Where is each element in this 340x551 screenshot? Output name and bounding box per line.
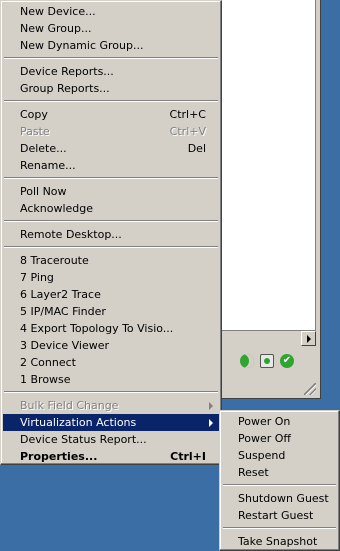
menu-separator xyxy=(3,217,219,226)
menu-item-tool-ping[interactable]: 7 Ping xyxy=(3,269,219,286)
menu-separator xyxy=(3,174,219,183)
menu-item-label: Restart Guest xyxy=(238,509,314,522)
menu-item-label: Reset xyxy=(238,466,269,479)
menu-item-label: Traceroute xyxy=(30,254,89,267)
recycle-bin-icon[interactable] xyxy=(260,354,274,368)
tool-key: 5 xyxy=(20,305,27,318)
menu-separator xyxy=(3,388,219,397)
menu-item-bulk-field-change: Bulk Field Change xyxy=(3,397,219,414)
menu-item-tool-ip-mac-finder[interactable]: 5 IP/MAC Finder xyxy=(3,303,219,320)
tool-key: 8 xyxy=(20,254,27,267)
menu-item-label: Export Topology To Visio... xyxy=(30,322,174,335)
menu-item-shortcut: Del xyxy=(187,142,206,155)
menu-item-label: Shutdown Guest xyxy=(238,492,329,505)
moon-status-icon[interactable] xyxy=(240,354,254,368)
context-menu: New Device... New Group... New Dynamic G… xyxy=(0,0,222,465)
background-window xyxy=(218,0,321,399)
menu-item-tool-connect[interactable]: 2 Connect xyxy=(3,354,219,371)
menu-item-tool-device-viewer[interactable]: 3 Device Viewer xyxy=(3,337,219,354)
menu-item-new-group[interactable]: New Group... xyxy=(3,20,219,37)
menu-item-label: Connect xyxy=(30,356,76,369)
menu-item-label: IP/MAC Finder xyxy=(30,305,106,318)
menu-item-label: Suspend xyxy=(238,449,286,462)
menu-item-tool-export-visio[interactable]: 4 Export Topology To Visio... xyxy=(3,320,219,337)
menu-item-delete[interactable]: Delete... Del xyxy=(3,140,219,157)
green-check-icon[interactable]: ✔ xyxy=(280,354,294,368)
menu-item-copy[interactable]: Copy Ctrl+C xyxy=(3,106,219,123)
menu-item-label: Poll Now xyxy=(20,185,67,198)
tool-key: 3 xyxy=(20,339,27,352)
menu-item-label: Paste xyxy=(20,125,50,138)
menu-item-label: Take Snapshot xyxy=(238,535,318,548)
submenu-item-reset[interactable]: Reset xyxy=(222,464,337,481)
menu-separator xyxy=(3,97,219,106)
menu-item-label: Power Off xyxy=(238,432,291,445)
device-list-pane[interactable] xyxy=(220,0,316,331)
submenu-arrow-icon xyxy=(209,419,213,427)
menu-separator xyxy=(222,524,337,533)
menu-item-virtualization-actions[interactable]: Virtualization Actions xyxy=(3,414,219,431)
menu-separator xyxy=(3,243,219,252)
menu-item-properties[interactable]: Properties... Ctrl+I xyxy=(3,448,219,465)
menu-item-device-status-report[interactable]: Device Status Report... xyxy=(3,431,219,448)
menu-item-label: Bulk Field Change xyxy=(20,399,119,412)
menu-item-device-reports[interactable]: Device Reports... xyxy=(3,63,219,80)
submenu-item-shutdown-guest[interactable]: Shutdown Guest xyxy=(222,490,337,507)
menu-item-label: Delete... xyxy=(20,142,67,155)
menu-item-group-reports[interactable]: Group Reports... xyxy=(3,80,219,97)
menu-item-label: Group Reports... xyxy=(20,82,110,95)
scroll-right-icon xyxy=(306,334,311,343)
menu-item-remote-desktop[interactable]: Remote Desktop... xyxy=(3,226,219,243)
menu-item-label: New Group... xyxy=(20,22,92,35)
menu-separator xyxy=(3,54,219,63)
submenu-item-power-off[interactable]: Power Off xyxy=(222,430,337,447)
menu-item-poll-now[interactable]: Poll Now xyxy=(3,183,219,200)
menu-item-label: Device Status Report... xyxy=(20,433,147,446)
resize-grip-icon[interactable] xyxy=(304,383,316,395)
menu-item-label: Power On xyxy=(238,415,291,428)
menu-item-rename[interactable]: Rename... xyxy=(3,157,219,174)
virtualization-submenu: Power On Power Off Suspend Reset Shutdow… xyxy=(219,410,340,551)
menu-item-label: Rename... xyxy=(20,159,76,172)
submenu-item-power-on[interactable]: Power On xyxy=(222,413,337,430)
menu-item-tool-traceroute[interactable]: 8 Traceroute xyxy=(3,252,219,269)
tool-key: 6 xyxy=(20,288,27,301)
menu-item-label: Browse xyxy=(30,373,71,386)
status-icons: ✔ xyxy=(240,354,294,368)
submenu-item-suspend[interactable]: Suspend xyxy=(222,447,337,464)
menu-item-label: Device Reports... xyxy=(20,65,114,78)
menu-item-label: Device Viewer xyxy=(30,339,110,352)
menu-item-label: New Device... xyxy=(20,5,96,18)
submenu-item-take-snapshot[interactable]: Take Snapshot xyxy=(222,533,337,550)
scroll-right-button[interactable] xyxy=(301,331,316,346)
menu-item-shortcut: Ctrl+I xyxy=(170,450,206,463)
menu-item-shortcut: Ctrl+V xyxy=(169,125,206,138)
menu-item-acknowledge[interactable]: Acknowledge xyxy=(3,200,219,217)
menu-item-label: Layer2 Trace xyxy=(30,288,101,301)
submenu-arrow-icon xyxy=(209,402,213,410)
menu-item-label: Acknowledge xyxy=(20,202,94,215)
menu-item-paste: Paste Ctrl+V xyxy=(3,123,219,140)
tool-key: 4 xyxy=(20,322,27,335)
menu-item-new-device[interactable]: New Device... xyxy=(3,3,219,20)
tool-key: 1 xyxy=(20,373,27,386)
tool-key: 7 xyxy=(20,271,27,284)
menu-item-label: Virtualization Actions xyxy=(20,416,137,429)
menu-item-label: Copy xyxy=(20,108,48,121)
menu-item-label: Remote Desktop... xyxy=(20,228,122,241)
menu-item-new-dynamic-group[interactable]: New Dynamic Group... xyxy=(3,37,219,54)
submenu-item-restart-guest[interactable]: Restart Guest xyxy=(222,507,337,524)
menu-item-tool-browse[interactable]: 1 Browse xyxy=(3,371,219,388)
menu-item-label: Ping xyxy=(30,271,54,284)
tool-key: 2 xyxy=(20,356,27,369)
menu-item-shortcut: Ctrl+C xyxy=(169,108,206,121)
menu-item-label: Properties... xyxy=(20,450,98,463)
menu-separator xyxy=(222,481,337,490)
menu-item-label: New Dynamic Group... xyxy=(20,39,144,52)
menu-item-tool-layer2-trace[interactable]: 6 Layer2 Trace xyxy=(3,286,219,303)
